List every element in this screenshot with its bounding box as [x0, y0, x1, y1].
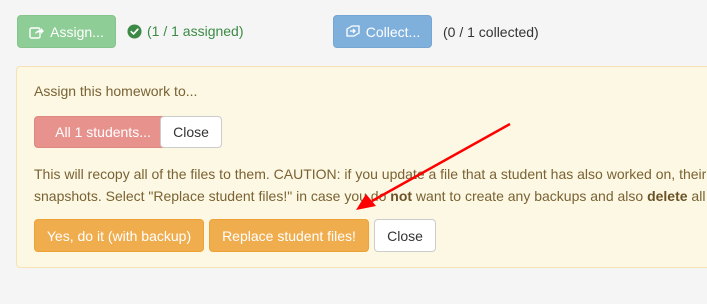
- caution-line-1: This will recopy all of the files to the…: [34, 166, 707, 182]
- top-toolbar: Assign... (1 / 1 assigned) Collect... (0…: [0, 0, 707, 60]
- collect-icon: [345, 24, 361, 39]
- all-students-button[interactable]: All 1 students...: [34, 116, 172, 148]
- caution-emphasis-not: not: [390, 188, 413, 204]
- assign-button[interactable]: Assign...: [17, 15, 116, 48]
- assigned-status-text: (1 / 1 assigned): [147, 23, 244, 39]
- assign-prompt: Assign this homework to...: [34, 83, 198, 99]
- check-circle-icon: [127, 23, 142, 39]
- caution-text: snapshots. Select "Replace student files…: [34, 188, 391, 204]
- assigned-status: (1 / 1 assigned): [127, 23, 244, 39]
- close-button[interactable]: Close: [160, 116, 222, 148]
- yes-with-backup-button[interactable]: Yes, do it (with backup): [34, 219, 204, 252]
- caution-line-2: snapshots. Select "Replace student files…: [34, 185, 707, 207]
- assign-button-label: Assign...: [50, 23, 104, 40]
- collect-button[interactable]: Collect...: [333, 15, 432, 48]
- replace-student-files-button[interactable]: Replace student files!: [209, 219, 369, 252]
- caution-message: This will recopy all of the files to the…: [34, 163, 707, 207]
- caution-text: want to create any backups and also: [412, 188, 648, 204]
- share-square-icon: [29, 25, 45, 39]
- collected-status: (0 / 1 collected): [443, 24, 539, 40]
- caution-emphasis-delete: delete: [647, 188, 688, 204]
- caution-text: all: [687, 188, 706, 204]
- close-button-2[interactable]: Close: [374, 219, 436, 252]
- collect-button-label: Collect...: [365, 23, 421, 40]
- assign-confirmation-panel: Assign this homework to... All 1 student…: [16, 66, 707, 268]
